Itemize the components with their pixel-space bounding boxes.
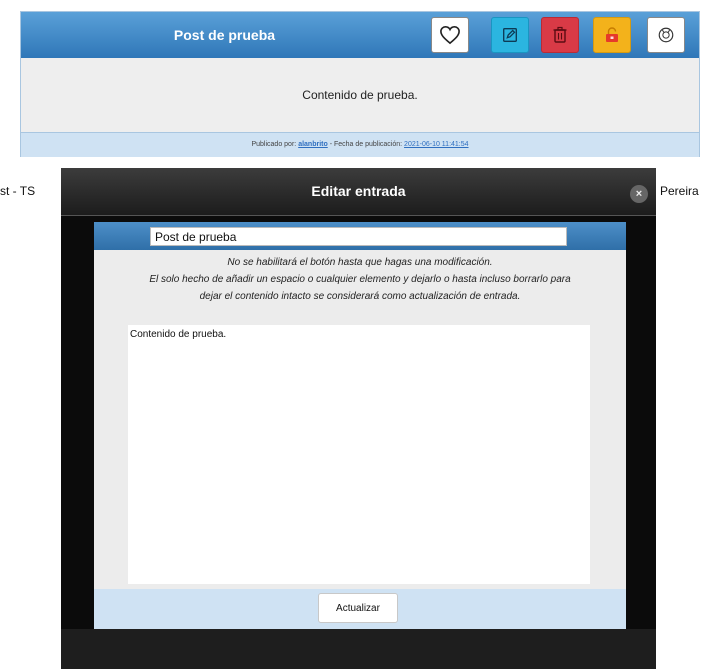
like-button[interactable] (431, 17, 469, 53)
cycle-button[interactable] (647, 17, 685, 53)
notice-line: dejar el contenido intacto se considerar… (199, 291, 521, 302)
edit-icon (503, 28, 517, 42)
modal-header: Editar entrada × (61, 168, 656, 216)
post-content: Contenido de prueba. (302, 88, 418, 102)
post-footer: Publicado por: alanbrito - Fecha de publ… (21, 132, 699, 157)
post-card: Post de prueba Contenido de prueba. Publ… (20, 11, 700, 157)
author-link[interactable]: alanbrito (298, 141, 328, 148)
edit-form: No se habilitará el botón hasta que haga… (94, 222, 626, 629)
published-by-label: Publicado por: (251, 141, 297, 148)
modal-title: Editar entrada (311, 183, 406, 199)
title-input[interactable] (150, 227, 567, 246)
date-label: - Fecha de publicación: (329, 141, 403, 148)
trash-icon (553, 26, 567, 43)
heart-icon (440, 25, 460, 45)
title-bar (94, 222, 626, 250)
edit-modal: Editar entrada × No se habilitará el bot… (61, 168, 656, 669)
update-button[interactable]: Actualizar (318, 593, 398, 623)
background-text-right: Pereira (660, 184, 699, 198)
notice-line: El solo hecho de añadir un espacio o cua… (149, 274, 571, 285)
notice-text: No se habilitará el botón hasta que haga… (94, 254, 626, 305)
content-textarea[interactable]: Contenido de prueba. (128, 325, 590, 584)
close-icon[interactable]: × (630, 185, 648, 203)
cycle-icon (658, 27, 674, 43)
delete-button[interactable] (541, 17, 579, 53)
post-header: Post de prueba (21, 12, 699, 58)
notice-line: No se habilitará el botón hasta que haga… (227, 257, 493, 268)
lock-button[interactable] (593, 17, 631, 53)
post-title: Post de prueba (173, 27, 276, 43)
form-footer: Actualizar (94, 589, 626, 629)
background-text-left: st - TS (0, 184, 36, 198)
date-link[interactable]: 2021-06-10 11:41:54 (404, 141, 468, 148)
edit-button[interactable] (491, 17, 529, 53)
lock-icon (606, 27, 618, 42)
modal-bottom-bar (61, 629, 656, 669)
